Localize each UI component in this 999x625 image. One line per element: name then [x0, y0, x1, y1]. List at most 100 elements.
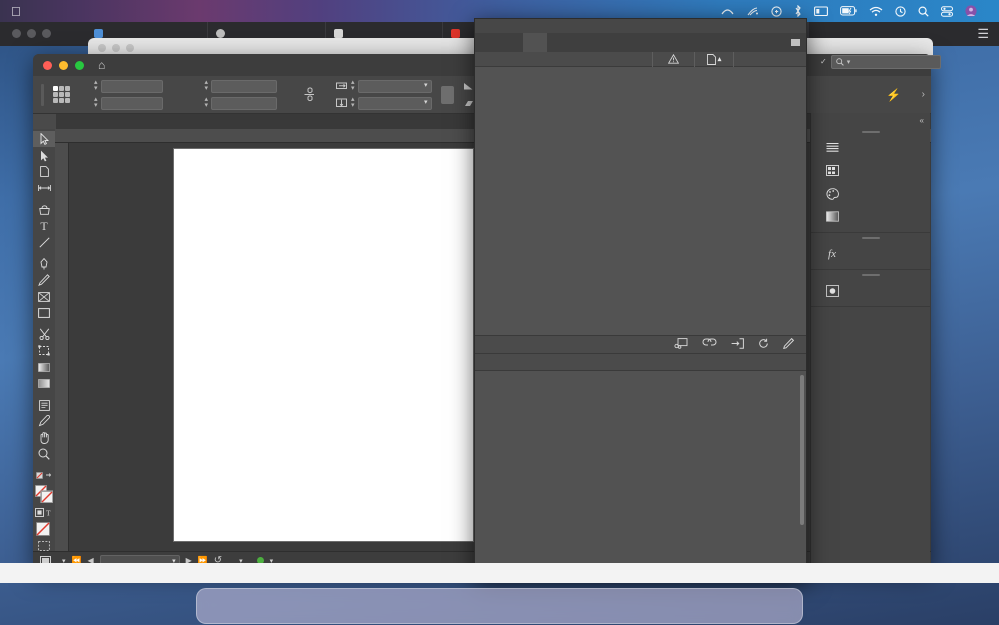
tab-liens[interactable]	[523, 33, 547, 52]
bluetooth-icon[interactable]	[794, 5, 802, 17]
lightning-icon[interactable]: ⚡	[886, 88, 901, 102]
controlcenter-icon[interactable]	[941, 5, 953, 17]
browser-minimize-button[interactable]	[27, 29, 36, 38]
indesign-maximize-button[interactable]	[75, 60, 84, 70]
width-stepper[interactable]: ▴ ▾	[205, 79, 209, 92]
fill-and-stroke-icon[interactable]	[33, 484, 55, 504]
airdrop-icon[interactable]	[746, 6, 759, 17]
direct-selection-tool-icon[interactable]	[33, 147, 55, 163]
panel-grip[interactable]	[811, 270, 930, 279]
mail-minimize-button[interactable]	[112, 44, 120, 52]
tab-calques[interactable]	[499, 33, 523, 52]
user-avatar-icon[interactable]	[965, 5, 977, 17]
rectangle-tool-icon[interactable]	[33, 305, 55, 321]
display-icon[interactable]	[814, 5, 828, 17]
chevron-down-icon[interactable]: ▾	[424, 80, 428, 92]
collapse-panel-icon[interactable]: «	[811, 113, 930, 127]
scale-y-input[interactable]: ▾	[357, 96, 432, 110]
frame-tool-icon[interactable]	[33, 289, 55, 305]
update-link-icon[interactable]	[731, 337, 744, 352]
line-tool-icon[interactable]	[33, 234, 55, 250]
panel-item-nuancier[interactable]	[811, 159, 930, 182]
document-tab[interactable]	[33, 114, 56, 129]
panel-item-couleur[interactable]	[811, 182, 930, 205]
mail-close-button[interactable]	[98, 44, 106, 52]
gradient-feather-tool-icon[interactable]	[33, 375, 55, 391]
browser-maximize-button[interactable]	[42, 29, 51, 38]
height-input[interactable]	[211, 96, 278, 110]
chevron-down-icon[interactable]: ▾	[847, 58, 851, 66]
relink-icon[interactable]	[674, 337, 688, 352]
x-input[interactable]	[100, 79, 163, 93]
indesign-close-button[interactable]	[43, 60, 52, 70]
panel-item-habillage-de-texte[interactable]	[811, 279, 930, 302]
scale-x-input[interactable]: ▾	[357, 79, 432, 93]
eyedropper-tool-icon[interactable]	[33, 413, 55, 429]
content-collector-tool-icon[interactable]	[33, 202, 55, 218]
panel-grip[interactable]	[811, 233, 930, 242]
links-list[interactable]	[475, 67, 806, 335]
browser-close-button[interactable]	[12, 29, 21, 38]
apple-logo-icon[interactable]: 	[11, 5, 21, 18]
panel-menu-icon[interactable]	[791, 39, 800, 46]
timemachine-icon[interactable]	[895, 5, 906, 17]
info-scrollbar[interactable]	[800, 375, 804, 525]
x-stepper[interactable]: ▴ ▾	[94, 79, 98, 92]
panel-grip[interactable]	[811, 127, 930, 136]
selection-tool-icon[interactable]	[33, 131, 55, 148]
page-sort-column[interactable]: ▴	[694, 51, 734, 67]
panel-item-contour[interactable]	[811, 136, 930, 159]
tab-pages[interactable]	[475, 33, 499, 52]
gradient-swatch-tool-icon[interactable]	[33, 359, 55, 375]
refresh-icon[interactable]	[758, 338, 769, 352]
note-tool-icon[interactable]	[33, 397, 55, 413]
control-bar-overflow-icon[interactable]: ›	[922, 89, 931, 100]
control-bar-grip[interactable]	[41, 83, 44, 106]
width-input[interactable]	[211, 79, 278, 93]
panel-item-effets[interactable]: fx	[811, 242, 930, 265]
height-stepper[interactable]: ▴ ▾	[205, 96, 209, 109]
formatting-affects-icon[interactable]: T	[33, 504, 55, 520]
mail-window-controls[interactable]	[98, 44, 134, 52]
page-tool-icon[interactable]	[33, 164, 55, 180]
indesign-minimize-button[interactable]	[59, 60, 68, 70]
reference-point-proxy[interactable]	[53, 86, 70, 103]
battery-icon[interactable]	[840, 6, 857, 16]
wifi-icon[interactable]	[869, 6, 883, 17]
sort-asc-icon[interactable]: ▴	[718, 55, 722, 63]
pencil-tool-icon[interactable]	[33, 272, 55, 288]
dnd-icon[interactable]	[771, 5, 782, 17]
indesign-window-controls[interactable]	[43, 60, 84, 70]
home-icon[interactable]: ⌂	[98, 58, 105, 72]
search-input[interactable]: ▾	[830, 54, 941, 69]
apply-none-icon[interactable]	[33, 520, 55, 538]
hamburger-menu-icon[interactable]: ☰	[977, 26, 999, 42]
browser-window-controls[interactable]	[0, 29, 86, 38]
pen-tool-icon[interactable]	[33, 256, 55, 272]
document-page-left[interactable]	[174, 149, 474, 541]
fill-stroke-swap-icon[interactable]	[33, 467, 55, 483]
search-icon[interactable]	[918, 5, 929, 17]
y-stepper[interactable]: ▴ ▾	[94, 96, 98, 109]
gap-tool-icon[interactable]	[33, 180, 55, 196]
scissors-tool-icon[interactable]	[33, 326, 55, 342]
hand-tool-icon[interactable]	[33, 430, 55, 446]
goto-link-icon[interactable]	[702, 338, 717, 352]
vertical-ruler[interactable]	[55, 143, 69, 553]
type-tool-icon[interactable]: T	[33, 218, 55, 234]
edit-original-icon[interactable]	[783, 337, 795, 352]
swatches-icon	[825, 165, 839, 177]
free-transform-tool-icon[interactable]	[33, 343, 55, 359]
constrain-proportions-button[interactable]	[440, 85, 454, 104]
scale-x-stepper[interactable]: ▴ ▾	[351, 79, 355, 92]
mail-maximize-button[interactable]	[126, 44, 134, 52]
warning-triangle-icon[interactable]	[652, 51, 694, 67]
chevron-down-icon[interactable]: ▾	[424, 97, 428, 109]
panel-item-degrade[interactable]	[811, 205, 930, 228]
macos-dock	[196, 588, 803, 624]
y-input[interactable]	[100, 96, 163, 110]
vpn-icon[interactable]	[721, 6, 734, 17]
zoom-tool-icon[interactable]	[33, 446, 55, 462]
broken-chain-icon[interactable]	[304, 87, 315, 102]
scale-y-stepper[interactable]: ▴ ▾	[351, 96, 355, 109]
